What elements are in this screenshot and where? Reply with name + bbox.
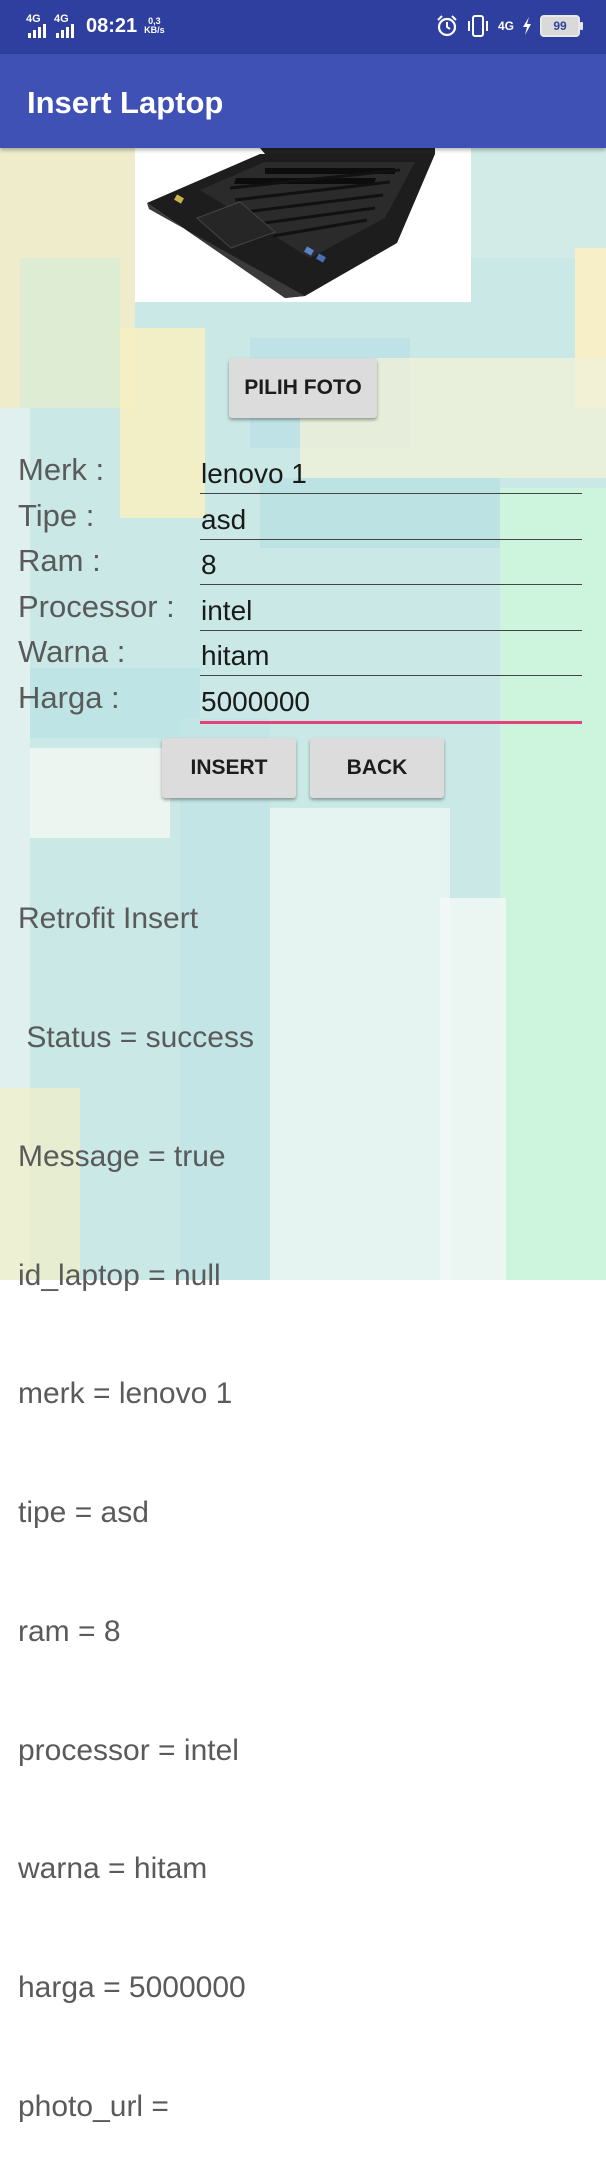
charging-icon bbox=[523, 17, 531, 35]
result-line: Message = true bbox=[18, 1139, 226, 1173]
processor-value: intel bbox=[201, 595, 253, 626]
merk-value: lenovo 1 bbox=[201, 458, 307, 489]
warna-value: hitam bbox=[201, 640, 270, 671]
result-line: id_laptop = null bbox=[18, 1258, 221, 1292]
laptop-photo bbox=[135, 148, 471, 302]
battery-level: 99 bbox=[553, 19, 567, 33]
result-line: merk = lenovo 1 bbox=[18, 1377, 233, 1411]
result-line: Status = success bbox=[18, 1020, 254, 1054]
result-line: ram = 8 bbox=[18, 1614, 121, 1648]
harga-label: Harga : bbox=[18, 680, 120, 715]
insert-result: Retrofit Insert Status = success Message… bbox=[18, 820, 254, 2166]
processor-label: Processor : bbox=[18, 589, 175, 624]
alarm-icon bbox=[437, 15, 457, 37]
harga-value: 5000000 bbox=[201, 686, 311, 717]
result-line: harga = 5000000 bbox=[18, 1971, 246, 2005]
laptop-image bbox=[147, 148, 435, 298]
status-bar: 4G 4G 08:21 0,3 KB/s 4G 99 bbox=[0, 0, 606, 54]
tipe-value: asd bbox=[201, 504, 247, 535]
harga-field[interactable]: 5000000 bbox=[200, 677, 582, 724]
speed-unit: KB/s bbox=[144, 25, 165, 35]
warna-field[interactable]: hitam bbox=[200, 631, 582, 676]
back-button[interactable]: BACK bbox=[310, 738, 444, 798]
merk-label: Merk : bbox=[18, 452, 105, 487]
result-line: processor = intel bbox=[18, 1733, 239, 1767]
insert-button[interactable]: INSERT bbox=[162, 738, 296, 798]
page-title: Insert Laptop bbox=[27, 85, 224, 120]
signal-1-icon: 4G bbox=[26, 13, 50, 38]
signal-2-icon: 4G bbox=[54, 13, 78, 38]
ram-label: Ram : bbox=[18, 543, 101, 578]
network-speed: 0,3 KB/s bbox=[144, 17, 165, 35]
ram-field[interactable]: 8 bbox=[200, 540, 582, 585]
result-line: tipe = asd bbox=[18, 1496, 149, 1530]
warna-label: Warna : bbox=[18, 634, 126, 669]
status-time: 08:21 bbox=[86, 14, 138, 37]
result-line: Retrofit Insert bbox=[18, 902, 199, 936]
processor-field[interactable]: intel bbox=[200, 586, 582, 631]
status-network-right: 4G bbox=[497, 19, 514, 33]
tipe-field[interactable]: asd bbox=[200, 495, 582, 540]
result-line: photo_url = bbox=[18, 2090, 178, 2123]
merk-field[interactable]: lenovo 1 bbox=[200, 449, 582, 494]
app-bar: Insert Laptop bbox=[0, 54, 606, 148]
ram-value: 8 bbox=[201, 549, 217, 580]
result-line: warna = hitam bbox=[18, 1852, 208, 1886]
choose-photo-button[interactable]: PILIH FOTO bbox=[229, 358, 377, 418]
battery-icon: 99 bbox=[540, 15, 583, 37]
tipe-label: Tipe : bbox=[18, 498, 95, 533]
vibrate-icon bbox=[467, 15, 488, 37]
